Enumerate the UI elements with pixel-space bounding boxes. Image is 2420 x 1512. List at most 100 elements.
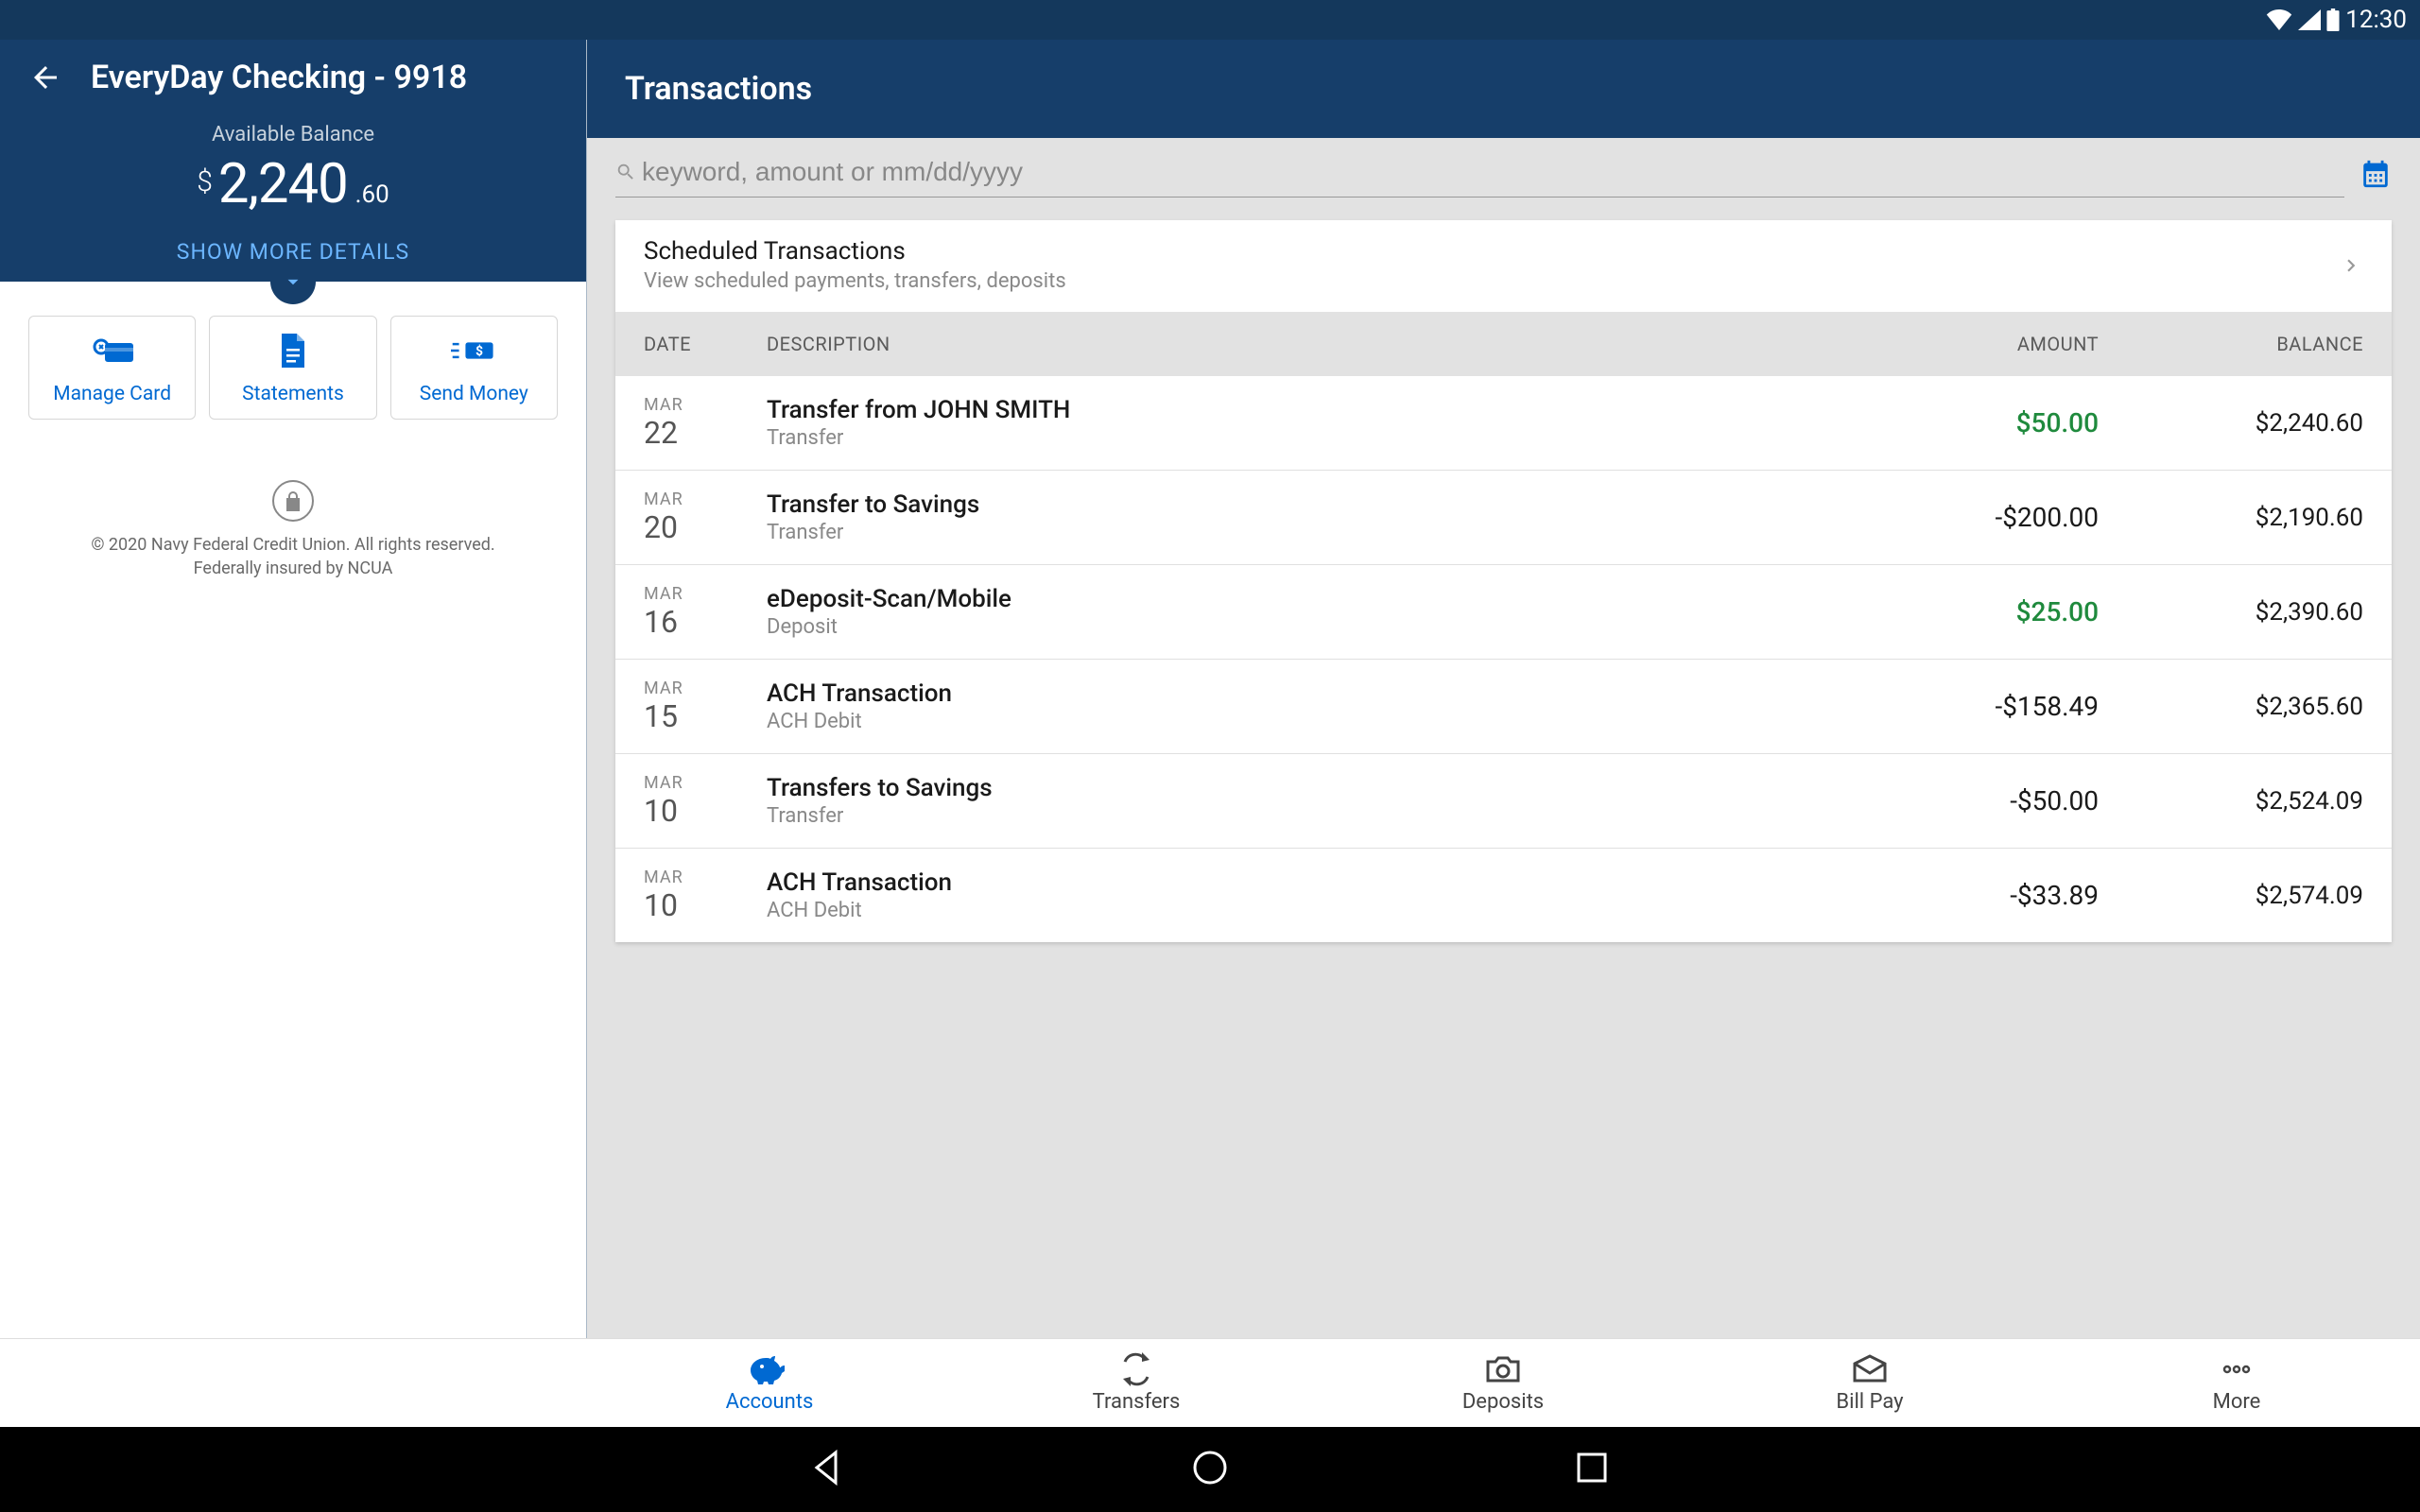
cell-signal-icon [2298, 9, 2321, 30]
expand-chevron-icon[interactable] [270, 259, 316, 304]
status-icons: 12:30 [2266, 6, 2407, 34]
tx-date: MAR22 [644, 395, 767, 451]
tx-amount: -$158.49 [1853, 691, 2099, 722]
manage-card-button[interactable]: Manage Card [28, 316, 196, 420]
table-header: DATE DESCRIPTION AMOUNT BALANCE [615, 312, 2392, 376]
tx-balance: $2,524.09 [2099, 787, 2363, 816]
tx-day: 20 [644, 509, 767, 545]
account-title: EveryDay Checking - 9918 [91, 59, 467, 96]
account-sidebar: EveryDay Checking - 9918 Available Balan… [0, 40, 586, 1338]
col-amount: AMOUNT [1853, 333, 2099, 355]
tx-description: ACH TransactionACH Debit [767, 868, 1853, 922]
balance-label: Available Balance [28, 123, 558, 146]
col-balance: BALANCE [2099, 333, 2363, 355]
tx-description: Transfers to SavingsTransfer [767, 774, 1853, 828]
android-status-bar: 12:30 [0, 0, 2420, 40]
tx-description: Transfer from JOHN SMITHTransfer [767, 396, 1853, 450]
calendar-icon[interactable] [2360, 158, 2392, 194]
transfers-icon [1117, 1352, 1155, 1386]
nav-billpay[interactable]: Bill Pay [1686, 1339, 2053, 1427]
nav-accounts[interactable]: Accounts [586, 1339, 953, 1427]
android-recents-button[interactable] [1571, 1447, 1613, 1492]
tx-description: eDeposit-Scan/MobileDeposit [767, 585, 1853, 639]
send-money-icon: $ [451, 332, 496, 369]
nav-deposits[interactable]: Deposits [1320, 1339, 1686, 1427]
tx-title: Transfer from JOHN SMITH [767, 396, 1853, 424]
nav-label: Bill Pay [1836, 1390, 1903, 1414]
tx-balance: $2,190.60 [2099, 504, 2363, 532]
envelope-icon [1851, 1352, 1889, 1386]
bottom-nav: Accounts Transfers Deposits Bill Pay Mor… [0, 1338, 2420, 1427]
tx-date: MAR16 [644, 584, 767, 640]
statements-button[interactable]: Statements [209, 316, 376, 420]
search-input[interactable] [636, 153, 2344, 191]
col-date: DATE [644, 333, 767, 355]
tx-date: MAR15 [644, 679, 767, 734]
tx-amount: -$50.00 [1853, 785, 2099, 816]
tx-month: MAR [644, 395, 767, 415]
transaction-row[interactable]: MAR10ACH TransactionACH Debit-$33.89$2,5… [615, 849, 2392, 942]
scheduled-subtitle: View scheduled payments, transfers, depo… [644, 269, 1066, 293]
transaction-row[interactable]: MAR15ACH TransactionACH Debit-$158.49$2,… [615, 660, 2392, 754]
tx-date: MAR20 [644, 490, 767, 545]
transaction-row[interactable]: MAR20Transfer to SavingsTransfer-$200.00… [615, 471, 2392, 565]
tx-date: MAR10 [644, 868, 767, 923]
transaction-list: MAR22Transfer from JOHN SMITHTransfer$50… [615, 376, 2392, 942]
scheduled-transactions-row[interactable]: Scheduled Transactions View scheduled pa… [615, 220, 2392, 312]
tx-subtitle: Deposit [767, 615, 1853, 639]
tx-day: 22 [644, 415, 767, 451]
tx-subtitle: Transfer [767, 804, 1853, 828]
balance-whole: 2,240 [218, 152, 348, 216]
nav-transfers[interactable]: Transfers [953, 1339, 1320, 1427]
scheduled-title: Scheduled Transactions [644, 237, 1066, 266]
tx-month: MAR [644, 584, 767, 604]
show-more-details[interactable]: SHOW MORE DETAILS [28, 239, 558, 282]
tx-balance: $2,574.09 [2099, 882, 2363, 910]
sidebar-footer: © 2020 Navy Federal Credit Union. All ri… [0, 442, 586, 599]
search-wrap [615, 153, 2344, 198]
tx-title: ACH Transaction [767, 868, 1853, 897]
tx-day: 15 [644, 698, 767, 734]
action-label: Statements [214, 383, 372, 405]
footer-line1: © 2020 Navy Federal Credit Union. All ri… [19, 533, 567, 557]
tx-subtitle: Transfer [767, 426, 1853, 450]
action-label: Manage Card [33, 383, 191, 405]
tx-description: Transfer to SavingsTransfer [767, 490, 1853, 544]
balance-block: Available Balance $ 2,240 .60 [28, 123, 558, 239]
status-time: 12:30 [2345, 6, 2407, 34]
nav-label: Deposits [1462, 1390, 1544, 1414]
card-icon [90, 332, 135, 369]
nav-more[interactable]: More [2053, 1339, 2420, 1427]
wifi-icon [2266, 9, 2292, 30]
chevron-right-icon [2339, 253, 2363, 278]
tx-day: 16 [644, 604, 767, 640]
tx-subtitle: Transfer [767, 521, 1853, 544]
action-label: Send Money [395, 383, 553, 405]
tx-title: eDeposit-Scan/Mobile [767, 585, 1853, 613]
nav-label: More [2213, 1390, 2261, 1414]
tx-month: MAR [644, 773, 767, 793]
tx-title: Transfer to Savings [767, 490, 1853, 519]
tx-title: ACH Transaction [767, 679, 1853, 708]
tx-month: MAR [644, 868, 767, 887]
transaction-row[interactable]: MAR16eDeposit-Scan/MobileDeposit$25.00$2… [615, 565, 2392, 660]
main-panel: Transactions Scheduled Transactions [586, 40, 2420, 1338]
transaction-row[interactable]: MAR22Transfer from JOHN SMITHTransfer$50… [615, 376, 2392, 471]
tx-subtitle: ACH Debit [767, 710, 1853, 733]
col-description: DESCRIPTION [767, 333, 1853, 355]
android-home-button[interactable] [1189, 1447, 1231, 1492]
lock-icon [272, 480, 314, 522]
balance-cents: .60 [355, 180, 389, 209]
balance-currency: $ [197, 165, 213, 198]
tx-month: MAR [644, 679, 767, 698]
tx-title: Transfers to Savings [767, 774, 1853, 802]
back-button[interactable] [28, 60, 62, 94]
tx-day: 10 [644, 887, 767, 923]
android-back-button[interactable] [807, 1447, 849, 1492]
tx-amount: $25.00 [1853, 596, 2099, 627]
send-money-button[interactable]: $ Send Money [390, 316, 558, 420]
document-icon [270, 332, 316, 369]
tx-balance: $2,240.60 [2099, 409, 2363, 438]
transaction-row[interactable]: MAR10Transfers to SavingsTransfer-$50.00… [615, 754, 2392, 849]
tx-month: MAR [644, 490, 767, 509]
